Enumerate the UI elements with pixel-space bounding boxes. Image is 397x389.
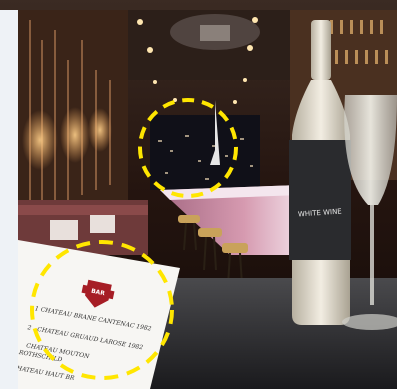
left-strip bbox=[0, 10, 18, 389]
game-screen: WHITE WINE BAR 1 CHATEAU BRANE CANTENAC … bbox=[0, 0, 397, 389]
bar-scene[interactable]: WHITE WINE BAR 1 CHATEAU BRANE CANTENAC … bbox=[0, 0, 397, 389]
